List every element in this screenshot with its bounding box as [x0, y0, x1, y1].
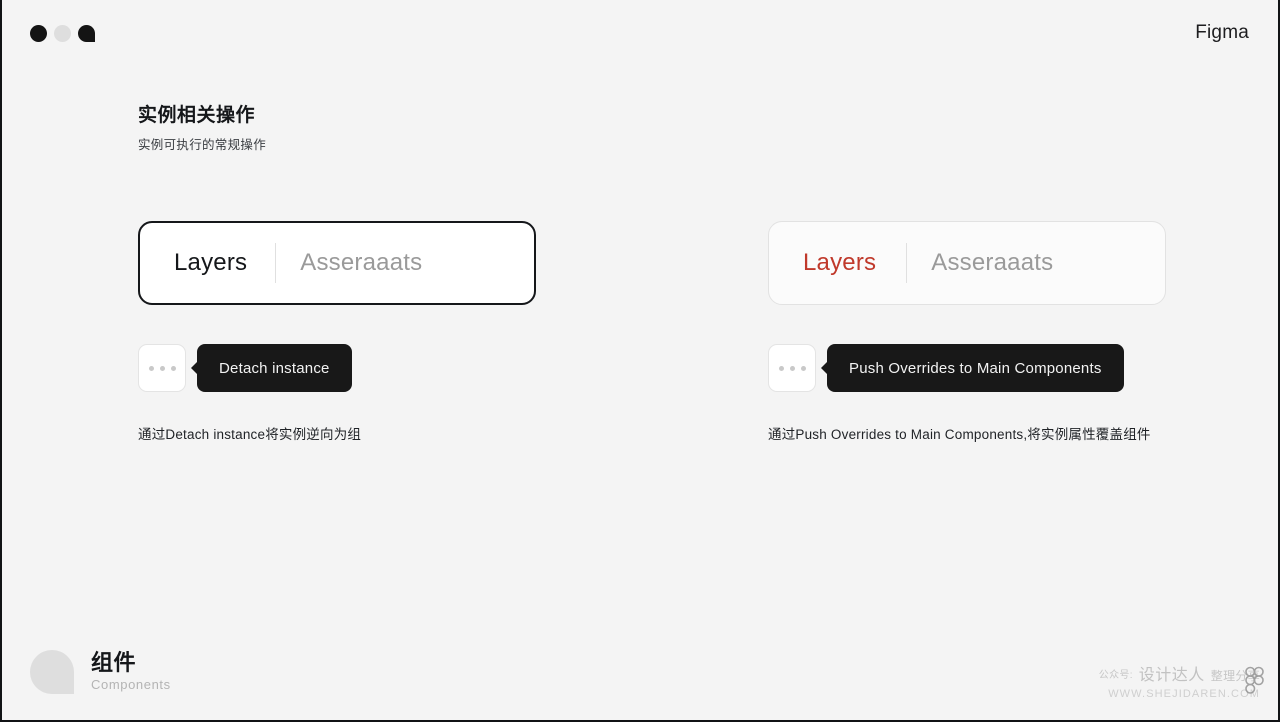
- ellipsis-dot-3: [170, 365, 176, 371]
- tooltip-detach-instance[interactable]: Detach instance: [197, 344, 352, 392]
- app-frame: Figma 实例相关操作 实例可执行的常规操作 Layers Asseraaat…: [0, 0, 1280, 722]
- tooltip-label: Push Overrides to Main Components: [849, 359, 1102, 377]
- footer-text-group: 组件 Components: [91, 650, 171, 693]
- tooltip-label: Detach instance: [219, 359, 330, 377]
- tab-divider: [906, 243, 908, 283]
- page-title: 实例相关操作: [138, 105, 256, 126]
- watermark: 公众号: 设计达人 整理分享 WWW.SHEJIDAREN.COM: [1099, 666, 1260, 702]
- tab-layers-active[interactable]: Layers: [174, 249, 247, 277]
- watermark-line-1: 公众号: 设计达人 整理分享: [1099, 666, 1260, 686]
- components-mark-icon: [30, 650, 74, 694]
- tab-assets-inactive[interactable]: Asseraaats: [931, 249, 1053, 277]
- tab-assets-inactive[interactable]: Asseraaats: [300, 249, 422, 277]
- menu-row-detach: Detach instance: [138, 344, 536, 392]
- footer-title: 组件: [91, 650, 137, 676]
- tab-card-light[interactable]: Layers Asseraaats: [768, 221, 1166, 305]
- ellipsis-icon[interactable]: [138, 344, 186, 392]
- column-push-overrides: Layers Asseraaats Push Overrides to Main…: [768, 221, 1166, 457]
- watermark-prefix: 公众号:: [1098, 670, 1133, 681]
- tab-divider: [275, 243, 277, 283]
- tooltip-push-overrides[interactable]: Push Overrides to Main Components: [827, 344, 1124, 392]
- figma-brand-label: Figma: [1195, 22, 1249, 43]
- ellipsis-dot-1: [148, 365, 154, 371]
- page-subtitle: 实例可执行的常规操作: [138, 137, 267, 152]
- section-header: 实例相关操作 实例可执行的常规操作: [138, 104, 266, 153]
- ellipsis-dot-2: [789, 365, 795, 371]
- watermark-account: 设计达人: [1138, 667, 1205, 685]
- ellipsis-icon[interactable]: [768, 344, 816, 392]
- figma-logo-icon: [1245, 666, 1264, 694]
- tab-card-dark[interactable]: Layers Asseraaats: [138, 221, 536, 305]
- ellipsis-dot-1: [778, 365, 784, 371]
- footer-subtitle: Components: [91, 677, 171, 693]
- footer-branding: 组件 Components: [30, 650, 171, 694]
- window-dot-dark-icon[interactable]: [30, 25, 47, 42]
- menu-row-push: Push Overrides to Main Components: [768, 344, 1166, 392]
- ellipsis-dot-2: [159, 365, 165, 371]
- caption-detach-instance: 通过Detach instance将实例逆向为组: [138, 427, 362, 442]
- ellipsis-dot-3: [800, 365, 806, 371]
- tab-layers-active-red[interactable]: Layers: [803, 249, 876, 277]
- window-controls: [30, 25, 95, 42]
- caption-push-overrides: 通过Push Overrides to Main Components,将实例属…: [768, 427, 1151, 442]
- window-dot-light-icon[interactable]: [54, 25, 71, 42]
- window-topbar: Figma: [2, 0, 1278, 66]
- column-detach-instance: Layers Asseraaats Detach instance 通过Deta…: [138, 221, 536, 457]
- window-dot-teardrop-icon[interactable]: [78, 25, 95, 42]
- watermark-url: WWW.SHEJIDAREN.COM: [1108, 688, 1260, 701]
